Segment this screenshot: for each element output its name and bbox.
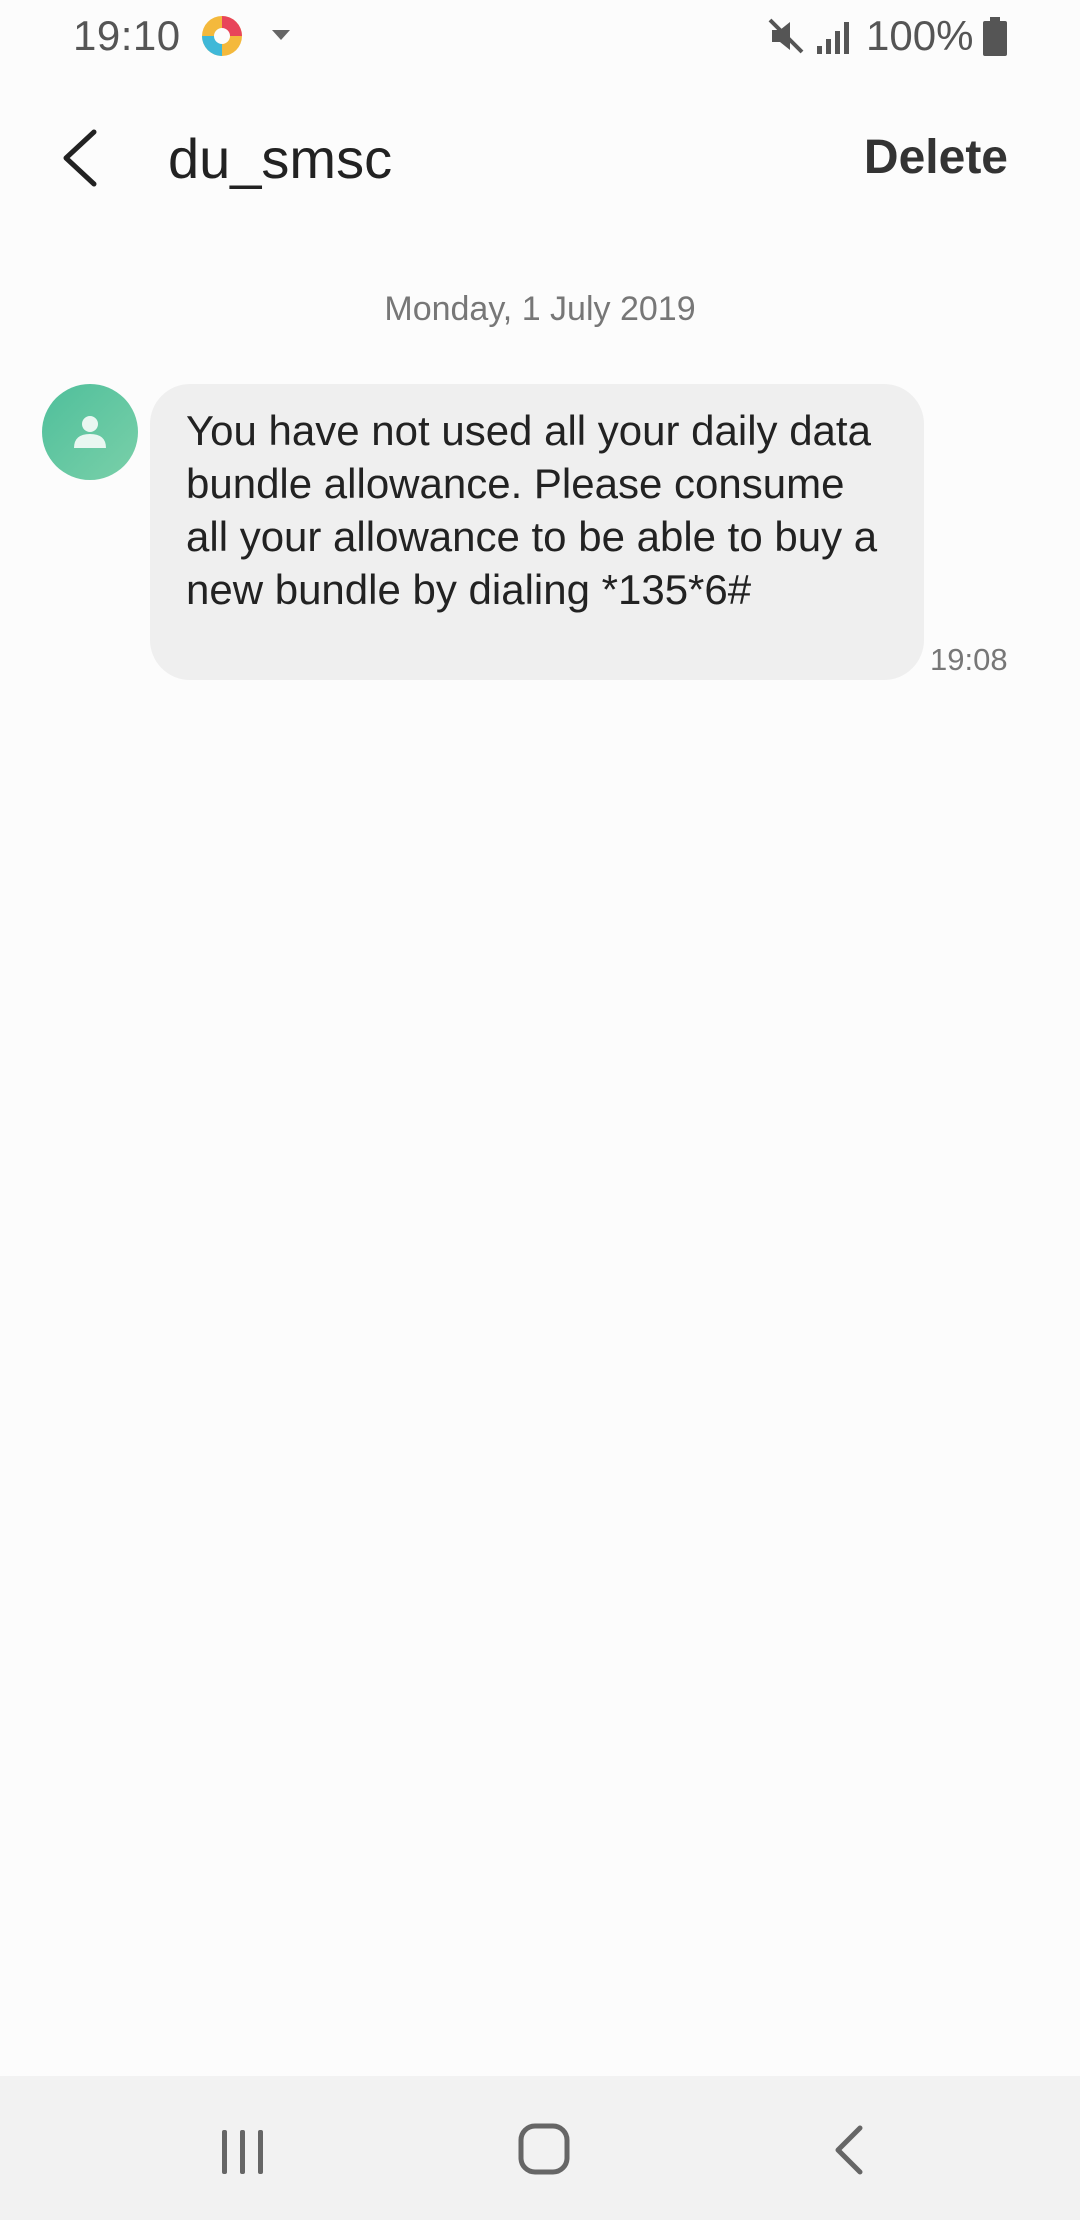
message-time: 19:08 <box>930 642 1008 677</box>
date-separator: Monday, 1 July 2019 <box>384 290 696 328</box>
status-bar: 19:10 100% <box>0 0 1080 72</box>
battery-icon <box>983 17 1007 56</box>
battery-percent: 100% <box>866 12 974 59</box>
dropdown-arrow-icon <box>272 30 290 40</box>
conversation-header: du_smsc Delete <box>0 100 1080 220</box>
back-icon[interactable] <box>820 2120 880 2180</box>
person-icon <box>74 416 106 448</box>
recents-icon[interactable] <box>210 2124 276 2180</box>
back-button[interactable] <box>40 118 120 198</box>
home-icon[interactable] <box>515 2120 575 2180</box>
delete-button[interactable]: Delete <box>864 130 1008 185</box>
app-notification-icon <box>202 16 242 56</box>
mute-icon <box>768 18 804 54</box>
status-time: 19:10 <box>73 12 181 59</box>
navigation-bar <box>0 2076 1080 2220</box>
message-text: You have not used all your daily data bu… <box>186 407 878 613</box>
avatar[interactable] <box>42 384 138 480</box>
contact-title[interactable]: du_smsc <box>168 126 392 191</box>
back-arrow-icon <box>63 129 97 187</box>
signal-icon <box>817 22 849 54</box>
screen: 19:10 100% du_smsc Delete Monday, 1 July… <box>0 0 1080 2220</box>
message-bubble[interactable]: You have not used all your daily data bu… <box>150 384 924 680</box>
